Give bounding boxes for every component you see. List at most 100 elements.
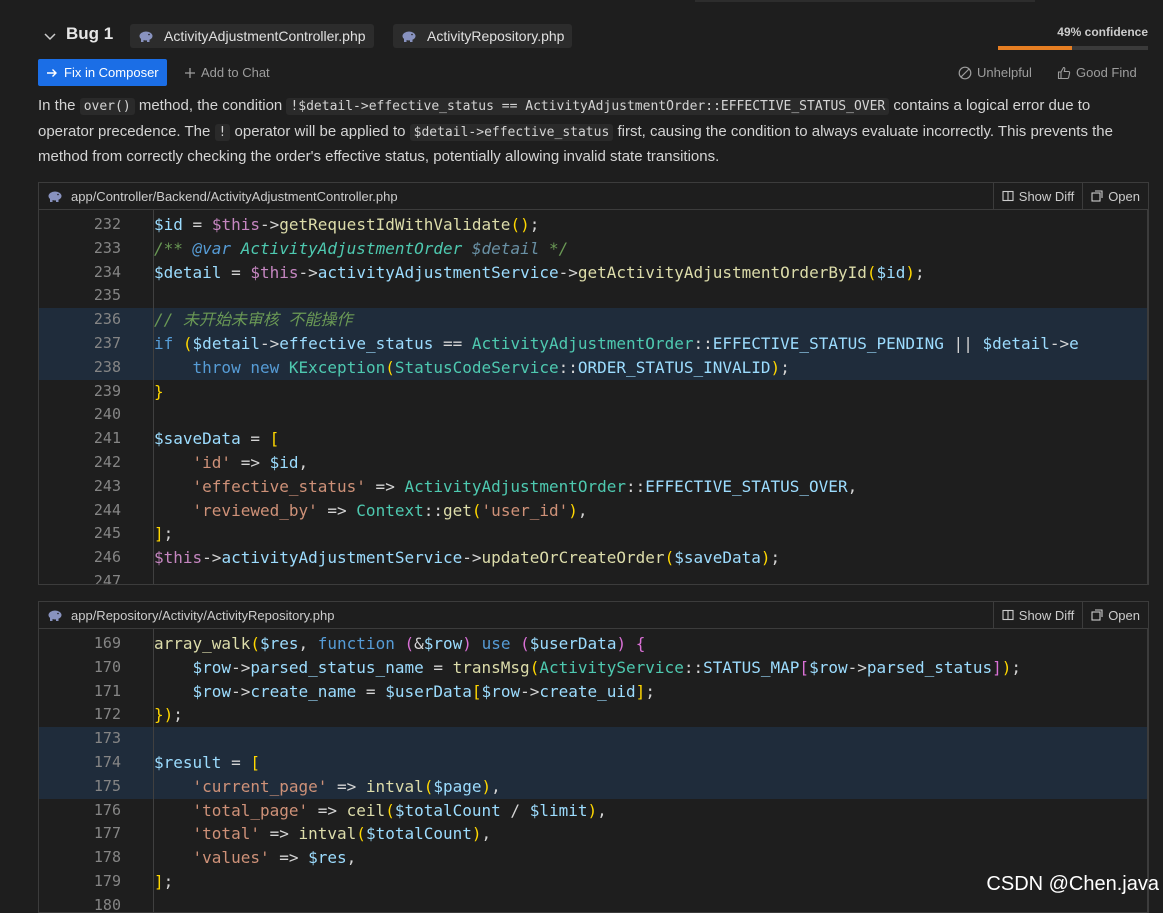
desc-text: operator will be applied to [230, 122, 410, 140]
line-number: 245 [93, 524, 121, 543]
show-diff-label: Show Diff [1018, 188, 1075, 204]
prohibited-icon [958, 66, 972, 79]
line-number: 178 [93, 848, 121, 867]
line-number: 242 [93, 453, 121, 471]
add-to-chat-button[interactable]: Add to Chat [184, 59, 270, 86]
line-code: $detail = $this->activityAdjustmentServi… [154, 262, 925, 282]
line-code: $row->create_name = $userData[$row->crea… [192, 681, 655, 701]
line-code: $row->parsed_status_name = transMsg(Acti… [192, 657, 1022, 677]
fix-in-composer-label: Fix in Composer [64, 65, 159, 80]
file-path[interactable]: app/Controller/Backend/ActivityAdjustmen… [71, 189, 398, 204]
line-code: ]; [154, 524, 174, 544]
unhelpful-button[interactable]: Unhelpful [958, 59, 1032, 86]
scrollbar-track[interactable] [1147, 629, 1148, 912]
code-line: 178 'values' => $res, [39, 846, 1148, 870]
file-tag-repository[interactable]: ActivityRepository.php [393, 24, 573, 48]
line-number: 172 [93, 705, 121, 724]
indent-guide [153, 629, 154, 912]
line-number: 234 [93, 262, 121, 281]
line-code: 'total_page' => ceil($totalCount / $limi… [192, 800, 607, 820]
code-line: 237 if ($detail->effective_status == Acti… [39, 332, 1148, 356]
line-code: 'effective_status' => ActivityAdjustment… [192, 476, 858, 496]
file-path[interactable]: app/Repository/Activity/ActivityReposito… [71, 608, 334, 623]
code-view[interactable]: 180 179]; 178 'values' => $res, 177 'total'… [39, 629, 1148, 912]
code-line: 241 $saveData = [ [39, 427, 1148, 451]
code-line: 170 $row->parsed_status_name = transMsg(… [39, 656, 1148, 680]
arrow-right-icon [47, 68, 57, 77]
code-line: 235 [39, 284, 1148, 308]
line-code: /** @var ActivityAdjustmentOrder $detail… [154, 238, 569, 258]
desc-text: In the [38, 97, 80, 114]
file-tag-label: ActivityAdjustmentController.php [164, 28, 366, 44]
line-number: 244 [93, 500, 121, 519]
open-label: Open [1108, 188, 1140, 204]
line-number: 243 [93, 476, 121, 495]
line-number: 232 [93, 215, 121, 233]
show-diff-button[interactable]: Show Diff [992, 602, 1082, 628]
code-line: 244 'reviewed_by' => Context::get('user_… [39, 499, 1148, 523]
confidence-bar [998, 46, 1148, 50]
good-find-button[interactable]: Good Find [1057, 59, 1137, 86]
code-line: 236 // 未开始未审核 不能操作 [39, 308, 1148, 332]
show-diff-label: Show Diff [1018, 607, 1075, 623]
line-code: if ($detail->effective_status == Activit… [154, 334, 1079, 353]
confidence-bar-fill [998, 46, 1072, 50]
code-line: 238 throw new KException(StatusCodeServi… [39, 355, 1148, 380]
code-line: 171 $row->create_name = $userData[$row->… [39, 680, 1148, 704]
good-find-label: Good Find [1076, 65, 1137, 80]
file-tag-controller[interactable]: ActivityAdjustmentController.php [130, 24, 374, 48]
line-code: throw new KException(StatusCodeService::… [192, 357, 790, 377]
line-code: 'values' => $res, [192, 848, 357, 868]
line-number: 169 [93, 634, 121, 652]
php-elephant-icon [48, 610, 62, 621]
code-line: 233 /** @var ActivityAdjustmentOrder $det… [39, 237, 1148, 261]
bug-title: Bug 1 [66, 24, 114, 43]
code-line: 173 [39, 727, 1148, 751]
line-code: }); [154, 705, 183, 725]
line-code: // 未开始未审核 不能操作 [154, 310, 353, 330]
top-divider [695, 0, 1035, 2]
line-number: 171 [93, 681, 121, 700]
line-number: 233 [93, 238, 121, 257]
file-tag-label: ActivityRepository.php [427, 28, 565, 44]
scrollbar-track[interactable] [1147, 210, 1148, 584]
bug-description: In the over() method, the condition !$de… [38, 94, 1148, 170]
line-code: 'total' => intval($totalCount), [192, 824, 492, 844]
code-line: 172}); [39, 703, 1148, 727]
thumbs-up-icon [1057, 66, 1071, 79]
line-code: 'reviewed_by' => Context::get('user_id')… [192, 500, 588, 520]
chevron-down-icon[interactable] [42, 28, 58, 44]
inline-code: !$detail->effective_status == ActivityAd… [286, 98, 890, 115]
line-code: array_walk($res, function (&$row) use ($… [154, 634, 646, 653]
open-button[interactable]: Open [1082, 183, 1148, 209]
unhelpful-label: Unhelpful [977, 65, 1032, 80]
desc-text: method, the condition [134, 97, 287, 114]
code-view[interactable]: 247 246 $this->activityAdjustmentService->… [39, 210, 1148, 584]
show-diff-button[interactable]: Show Diff [992, 183, 1082, 209]
line-code: ]; [154, 872, 174, 891]
code-line: 232 $id = $this->getRequestIdWithValidate… [39, 213, 1148, 237]
watermark: CSDN @Chen.java [986, 873, 1159, 895]
line-number: 246 [93, 548, 121, 567]
fix-in-composer-button[interactable]: Fix in Composer [38, 59, 167, 86]
open-file-icon [1091, 190, 1103, 202]
line-code: 'id' => $id, [192, 453, 309, 472]
panel-header: app/Repository/Activity/ActivityReposito… [39, 602, 1148, 629]
php-elephant-icon [48, 191, 62, 202]
open-button[interactable]: Open [1082, 602, 1148, 628]
line-number: 241 [93, 429, 121, 448]
diff-icon [1002, 609, 1014, 621]
line-code: } [154, 381, 164, 401]
line-code: $result = [ [154, 753, 260, 772]
code-panel-controller: app/Controller/Backend/ActivityAdjustmen… [38, 182, 1149, 585]
action-bar: Fix in Composer Add to Chat Unhelpful Go… [38, 59, 1148, 87]
code-line: 234 $detail = $this->activityAdjustmentSe… [39, 261, 1148, 285]
line-code: $id = $this->getRequestIdWithValidate(); [154, 215, 540, 234]
code-line: 243 'effective_status' => ActivityAdjust… [39, 475, 1148, 499]
open-label: Open [1108, 607, 1140, 623]
line-number: 173 [93, 729, 121, 748]
code-line: 177 'total' => intval($totalCount), [39, 822, 1148, 846]
php-elephant-icon [402, 31, 416, 42]
add-to-chat-label: Add to Chat [201, 65, 270, 80]
code-line: 247 [39, 570, 1148, 584]
